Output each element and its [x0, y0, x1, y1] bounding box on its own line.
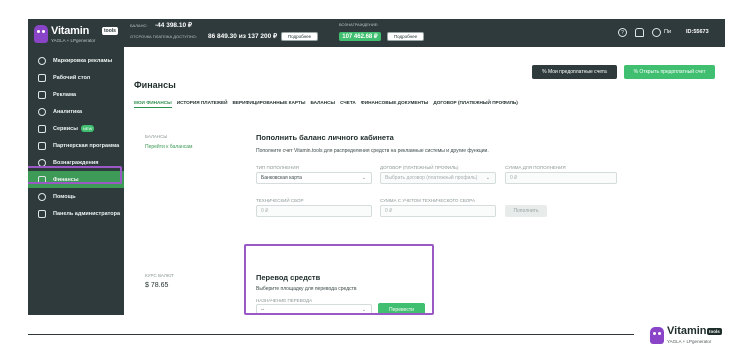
sidebar-item-label: Сервисы	[53, 125, 78, 132]
brand-logo[interactable]: Vitamin tools YAGLA + LPgenerator	[34, 25, 120, 47]
topup-type-label: ТИП ПОПОЛНЕНИЯ	[256, 165, 299, 170]
fee-label: ТЕХНИЧЕСКИЙ СБОР	[256, 198, 304, 203]
reward-details-button[interactable]: Подробнее	[387, 32, 424, 41]
sidebar: Vitamin tools YAGLA + LPgenerator Маркир…	[28, 19, 124, 315]
topup-title: Пополнить баланс личного кабинета	[256, 133, 394, 142]
reward-label: ВОЗНАГРАЖДЕНИЕ:	[339, 22, 379, 27]
tab-verified-cards[interactable]: ВЕРИФИЦИРОВАННЫЕ КАРТЫ	[232, 100, 305, 108]
user-id: ID:55673	[686, 29, 709, 35]
chart-icon	[38, 107, 46, 116]
topup-amount-input[interactable]: 0 ₽	[505, 172, 617, 184]
contract-select[interactable]: Выбрать договор (платежный профиль) ⌄	[380, 172, 496, 184]
tab-financial-documents[interactable]: ФИНАНСОВЫЕ ДОКУМЕНТЫ	[361, 100, 429, 108]
total-label: СУММА С УЧЕТОМ ТЕХНИЧЕСКОГО СБОРА	[380, 198, 475, 203]
sidebar-item-partner[interactable]: Партнерская программа	[28, 137, 124, 154]
vitamin-logo-icon	[34, 25, 48, 43]
tab-payment-history[interactable]: ИСТОРИЯ ПЛАТЕЖЕЙ	[177, 100, 228, 108]
user-short-name[interactable]: Пи	[664, 29, 671, 35]
chevron-down-icon: ⌄	[485, 175, 490, 181]
topup-card: Пополнить баланс личного кабинета Пополн…	[243, 124, 725, 257]
balances-section-label: БАЛАНСЫ	[145, 134, 168, 139]
sidebar-item-label: Помощь	[53, 193, 76, 200]
sidebar-item-admin[interactable]: Панель администратора	[28, 205, 124, 222]
fee-field: 0 ₽	[256, 205, 372, 217]
total-field: 0 ₽	[380, 205, 496, 217]
sidebar-item-services[interactable]: Сервисы NEW	[28, 120, 124, 137]
go-to-balances-link[interactable]: Перейти к балансам	[145, 144, 193, 150]
currency-rate-label: КУРС ВАЛЮТ	[145, 273, 174, 278]
admin-icon	[38, 209, 46, 218]
finance-highlight-frame	[28, 166, 122, 184]
tab-my-finances[interactable]: МОИ ФИНАНСЫ	[134, 100, 172, 108]
bell-icon[interactable]	[635, 28, 644, 37]
sidebar-item-ads[interactable]: Реклама	[28, 86, 124, 103]
sidebar-item-label: Маркировка рекламы	[53, 57, 113, 64]
briefcase-icon	[38, 124, 46, 133]
handshake-icon	[38, 141, 46, 150]
sidebar-item-help[interactable]: Помощь	[28, 188, 124, 205]
top-bar: БАЛАНС: -44 398.10 ₽ ОТСРОЧКА ПЛАТЕЖА ДО…	[124, 19, 725, 47]
megaphone-icon	[38, 90, 46, 99]
sidebar-item-label: Панель администратора	[53, 210, 121, 217]
topup-amount-label: СУММА ДЛЯ ПОПОЛНЕНИЯ	[505, 165, 566, 170]
main-content: % Мои предоплатные счета % Открыть предо…	[124, 47, 725, 315]
brand-badge: tools	[102, 27, 118, 35]
deferred-payment-value: 86 849.30 из 137 200 ₽	[208, 33, 278, 40]
footer-logo: Vitamin tools YAGLA + LPgenerator	[650, 325, 730, 347]
tab-balances[interactable]: БАЛАНСЫ	[310, 100, 335, 108]
sidebar-item-label: Аналитика	[53, 108, 83, 115]
footer-divider	[28, 334, 634, 335]
topup-description: Пополните счет Vitamin.tools для распред…	[256, 148, 489, 154]
chevron-down-icon: ⌄	[361, 175, 366, 181]
open-prepaid-account-button[interactable]: % Открыть предоплатный счет	[624, 65, 715, 79]
vitamin-logo-icon	[650, 327, 664, 344]
sidebar-item-label: Вознаграждения	[53, 159, 99, 166]
check-circle-icon	[38, 56, 46, 65]
sidebar-item-desktop[interactable]: Рабочий стол	[28, 69, 124, 86]
sidebar-item-analytics[interactable]: Аналитика	[28, 103, 124, 120]
footer-brand-subtitle: YAGLA + LPgenerator	[667, 339, 712, 344]
tab-accounts[interactable]: СЧЕТА	[340, 100, 356, 108]
balance-label: БАЛАНС:	[130, 23, 148, 28]
help-icon	[38, 192, 46, 201]
contract-label: ДОГОВОР (ПЛАТЕЖНЫЙ ПРОФИЛЬ)	[380, 165, 459, 170]
deferred-payment-label: ОТСРОЧКА ПЛАТЕЖА ДОСТУПНО:	[130, 34, 197, 39]
footer-brand-name: Vitamin	[667, 325, 707, 337]
topup-type-select[interactable]: Банковская карта ⌄	[256, 172, 372, 184]
tab-contract[interactable]: ДОГОВОР (ПЛАТЕЖНЫЙ ПРОФИЛЬ)	[433, 100, 517, 108]
brand-subtitle: YAGLA + LPgenerator	[51, 38, 96, 43]
sidebar-item-ad-marking[interactable]: Маркировка рекламы	[28, 52, 124, 69]
sidebar-nav: Маркировка рекламы Рабочий стол Реклама …	[28, 52, 124, 222]
reward-value: 107 462.68 ₽	[339, 32, 381, 41]
help-icon[interactable]: ?	[618, 28, 627, 37]
topup-submit-button[interactable]: Пополнить	[505, 205, 547, 217]
sidebar-item-label: Рабочий стол	[53, 74, 91, 81]
deferred-details-button[interactable]: Подробнее	[281, 32, 318, 41]
my-prepaid-accounts-button[interactable]: % Мои предоплатные счета	[532, 65, 617, 79]
user-avatar-icon[interactable]	[652, 28, 661, 37]
currency-rate-value: $ 78.65	[145, 282, 169, 289]
contract-placeholder: Выбрать договор (платежный профиль)	[385, 175, 478, 181]
brand-name: Vitamin	[51, 25, 90, 37]
desktop-icon	[38, 73, 46, 82]
sidebar-item-label: Партнерская программа	[53, 142, 120, 149]
topup-type-value: Банковская карта	[261, 175, 302, 181]
finance-tabs: МОИ ФИНАНСЫ ИСТОРИЯ ПЛАТЕЖЕЙ ВЕРИФИЦИРОВ…	[134, 100, 518, 108]
new-badge: NEW	[80, 125, 95, 132]
app-window: Vitamin tools YAGLA + LPgenerator Маркир…	[28, 19, 725, 315]
sidebar-item-label: Реклама	[53, 91, 77, 98]
balance-value: -44 398.10 ₽	[155, 22, 193, 29]
footer-brand-badge: tools	[707, 328, 722, 335]
transfer-highlight-frame	[244, 244, 434, 315]
page-title: Финансы	[134, 80, 176, 90]
